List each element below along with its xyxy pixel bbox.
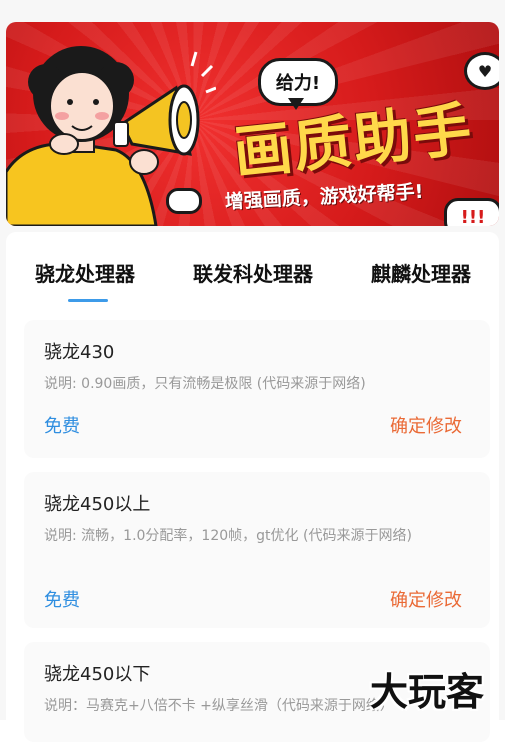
item-price-label: 免费 <box>44 590 80 611</box>
processor-panel: 骁龙处理器 联发科处理器 麒麟处理器 骁龙430 说明: 0.90画质，只有流畅… <box>6 232 499 742</box>
confirm-modify-button[interactable]: 确定修改 <box>390 586 462 612</box>
list-item: 骁龙450以上 说明: 流畅，1.0分配率，120帧，gt优化 (代码来源于网络… <box>24 472 490 628</box>
item-description: 说明: 流畅，1.0分配率，120帧，gt优化 (代码来源于网络) <box>44 528 412 544</box>
active-tab-indicator <box>68 299 108 302</box>
item-title: 骁龙430 <box>44 342 115 363</box>
tab-kirin[interactable]: 麒麟处理器 <box>356 252 486 292</box>
list-item: 骁龙430 说明: 0.90画质，只有流畅是极限 (代码来源于网络) 免费 确定… <box>24 320 490 458</box>
item-title: 骁龙450以上 <box>44 494 151 515</box>
processor-tabs: 骁龙处理器 联发科处理器 麒麟处理器 <box>6 232 499 304</box>
item-description: 说明: 0.90画质，只有流畅是极限 (代码来源于网络) <box>44 376 366 392</box>
confirm-modify-button[interactable]: 确定修改 <box>390 412 462 438</box>
tab-snapdragon[interactable]: 骁龙处理器 <box>20 252 150 292</box>
exclamation-badge: !!! <box>444 198 499 226</box>
promo-banner[interactable]: 给力! ♥ 画质助手 增强画质，游戏好帮手! !!! <box>6 22 499 226</box>
item-title: 骁龙450以下 <box>44 664 151 685</box>
tab-mediatek[interactable]: 联发科处理器 <box>178 252 328 292</box>
watermark-text: 大玩客 <box>369 669 484 714</box>
item-price-label: 免费 <box>44 416 80 437</box>
app-page: 给力! ♥ 画质助手 增强画质，游戏好帮手! !!! 骁龙处理器 联发科处理器 … <box>0 0 505 742</box>
